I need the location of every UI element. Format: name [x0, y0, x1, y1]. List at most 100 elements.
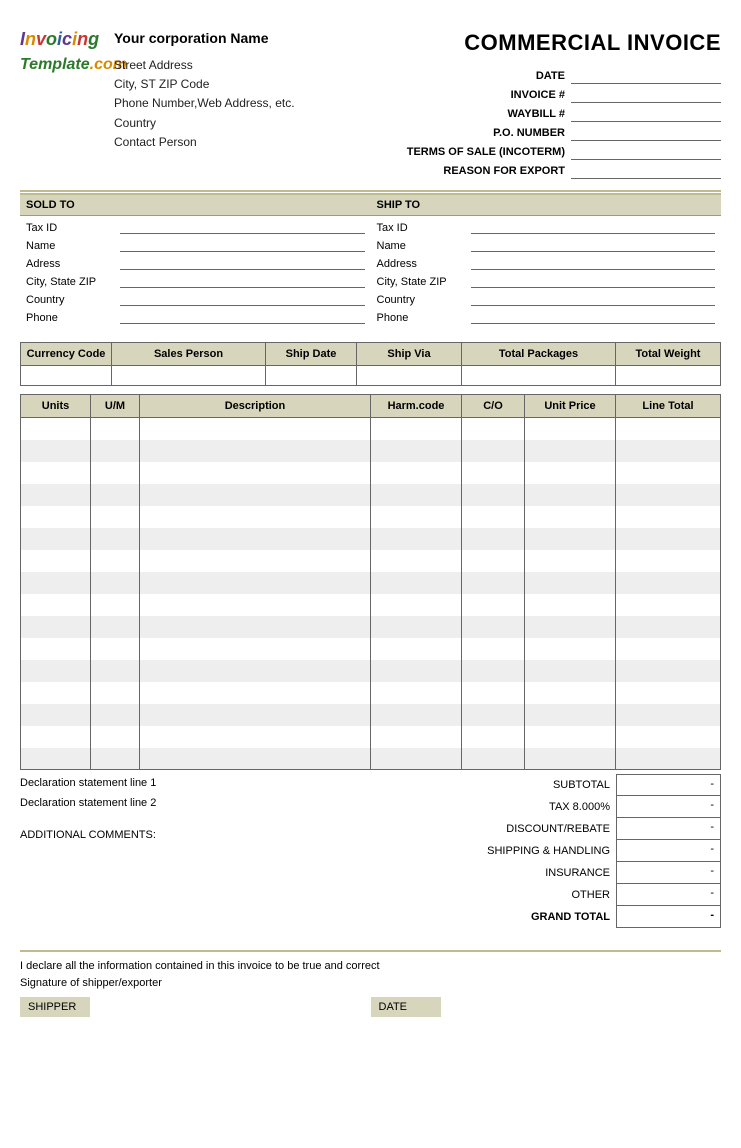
ship-phone-label: Phone [377, 312, 467, 324]
table-row[interactable] [21, 484, 721, 506]
totals: SUBTOTAL- TAX 8.000%- DISCOUNT/REBATE- S… [431, 774, 721, 928]
items-harm-header: Harm.code [371, 395, 462, 418]
meta-terms-value[interactable] [571, 144, 721, 160]
meta-po-label: P.O. NUMBER [381, 127, 571, 139]
meta-invoice-label: INVOICE # [381, 89, 571, 101]
sold-name-value[interactable] [120, 238, 365, 252]
table-row[interactable] [21, 550, 721, 572]
ship-name-value[interactable] [471, 238, 716, 252]
logo-line2: Template.com [20, 56, 100, 74]
table-row[interactable] [21, 660, 721, 682]
info-shipvia-header: Ship Via [357, 343, 462, 366]
info-weight-value[interactable] [616, 366, 721, 386]
table-row[interactable] [21, 572, 721, 594]
ship-country-value[interactable] [471, 292, 716, 306]
items-um-header: U/M [91, 395, 140, 418]
ship-to-header: SHIP TO [371, 195, 722, 216]
insurance-label: INSURANCE [431, 867, 616, 879]
items-table: Units U/M Description Harm.code C/O Unit… [20, 394, 721, 770]
info-weight-header: Total Weight [616, 343, 721, 366]
additional-comments-label: ADDITIONAL COMMENTS: [20, 826, 421, 846]
ship-address-value[interactable] [471, 256, 716, 270]
ship-to: SHIP TO Tax ID Name Address City, State … [371, 195, 722, 332]
sold-to: SOLD TO Tax ID Name Adress City, State Z… [20, 195, 371, 332]
discount-value: - [616, 818, 721, 840]
table-row[interactable] [21, 462, 721, 484]
meta-date-value[interactable] [571, 68, 721, 84]
table-row[interactable] [21, 440, 721, 462]
parties: SOLD TO Tax ID Name Adress City, State Z… [20, 195, 721, 332]
info-packages-header: Total Packages [462, 343, 616, 366]
ship-csz-label: City, State ZIP [377, 276, 467, 288]
sold-address-value[interactable] [120, 256, 365, 270]
shipper-signature[interactable] [90, 997, 371, 1017]
meta-po-value[interactable] [571, 125, 721, 141]
subtotal-value: - [616, 774, 721, 796]
table-row[interactable] [21, 418, 721, 440]
info-packages-value[interactable] [462, 366, 616, 386]
footer-decl-2: Signature of shipper/exporter [20, 975, 721, 992]
header-left: Invoicing Template.com Your corporation … [20, 30, 295, 180]
ship-phone-value[interactable] [471, 310, 716, 324]
meta-reason-value[interactable] [571, 163, 721, 179]
items-price-header: Unit Price [525, 395, 616, 418]
table-row[interactable] [21, 682, 721, 704]
info-currency-header: Currency Code [21, 343, 112, 366]
subtotal-label: SUBTOTAL [431, 779, 616, 791]
info-shipdate-value[interactable] [266, 366, 357, 386]
meta-terms-label: TERMS OF SALE (INCOTERM) [381, 146, 571, 158]
info-currency-value[interactable] [21, 366, 112, 386]
sold-csz-value[interactable] [120, 274, 365, 288]
signature-row: SHIPPER DATE [20, 997, 721, 1017]
table-row[interactable] [21, 616, 721, 638]
table-row[interactable] [21, 528, 721, 550]
table-row[interactable] [21, 704, 721, 726]
declaration-line-2: Declaration statement line 2 [20, 794, 421, 814]
discount-label: DISCOUNT/REBATE [431, 823, 616, 835]
signature-date-label: DATE [371, 997, 441, 1017]
info-shipdate-header: Ship Date [266, 343, 357, 366]
table-row[interactable] [21, 748, 721, 770]
grand-total-value: - [616, 906, 721, 928]
ship-csz-value[interactable] [471, 274, 716, 288]
sold-country-value[interactable] [120, 292, 365, 306]
company-contact: Contact Person [114, 133, 295, 152]
info-shipvia-value[interactable] [357, 366, 462, 386]
below-section: Declaration statement line 1 Declaration… [20, 774, 721, 928]
header-right: COMMERCIAL INVOICE DATE INVOICE # WAYBIL… [381, 30, 721, 180]
sold-taxid-value[interactable] [120, 220, 365, 234]
table-row[interactable] [21, 638, 721, 660]
shipping-label: SHIPPING & HANDLING [431, 845, 616, 857]
table-row[interactable] [21, 594, 721, 616]
other-label: OTHER [431, 889, 616, 901]
items-desc-header: Description [140, 395, 371, 418]
meta-waybill-value[interactable] [571, 106, 721, 122]
sold-taxid-label: Tax ID [26, 222, 116, 234]
meta-date-label: DATE [381, 70, 571, 82]
sold-to-header: SOLD TO [20, 195, 371, 216]
table-row[interactable] [21, 506, 721, 528]
document-title: COMMERCIAL INVOICE [381, 30, 721, 56]
grand-total-label: GRAND TOTAL [431, 911, 616, 923]
company-country: Country [114, 114, 295, 133]
sold-phone-value[interactable] [120, 310, 365, 324]
sold-country-label: Country [26, 294, 116, 306]
declaration-line-1: Declaration statement line 1 [20, 774, 421, 794]
tax-label: TAX 8.000% [431, 801, 616, 813]
insurance-value: - [616, 862, 721, 884]
ship-taxid-label: Tax ID [377, 222, 467, 234]
table-row[interactable] [21, 726, 721, 748]
info-sales-value[interactable] [112, 366, 266, 386]
items-co-header: C/O [462, 395, 525, 418]
sold-csz-label: City, State ZIP [26, 276, 116, 288]
ship-name-label: Name [377, 240, 467, 252]
company-block: Your corporation Name Street Address Cit… [114, 30, 295, 180]
company-street: Street Address [114, 56, 295, 75]
signature-date[interactable] [441, 997, 722, 1017]
meta-invoice-value[interactable] [571, 87, 721, 103]
items-line-header: Line Total [616, 395, 721, 418]
ship-country-label: Country [377, 294, 467, 306]
ship-taxid-value[interactable] [471, 220, 716, 234]
company-city: City, ST ZIP Code [114, 75, 295, 94]
footer-declaration: I declare all the information contained … [20, 950, 721, 991]
